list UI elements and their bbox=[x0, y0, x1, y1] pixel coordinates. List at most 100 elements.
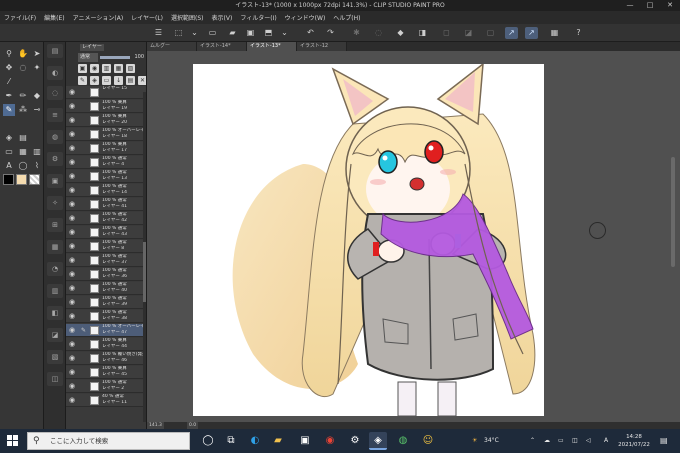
hamburger-icon[interactable]: ☰ bbox=[152, 27, 165, 39]
layer-row[interactable]: ◉ 100 % 乗算 レイヤー 19 bbox=[66, 100, 146, 113]
menu-view[interactable]: 表示(V) bbox=[212, 13, 233, 22]
eye-icon[interactable]: ◉ bbox=[67, 340, 77, 349]
menu-animation[interactable]: アニメーション(A) bbox=[73, 13, 124, 22]
sub-tool-icon[interactable]: ◧ bbox=[47, 306, 63, 320]
edge-icon[interactable]: ◐ bbox=[246, 432, 264, 450]
layer-row[interactable]: ◉ 100 % 乗算 レイヤー 17 bbox=[66, 142, 146, 155]
cursor-icon[interactable]: ➤ bbox=[31, 48, 43, 60]
brush-icon[interactable]: ✎ bbox=[3, 104, 15, 116]
eye-icon[interactable]: ◉ bbox=[67, 200, 77, 209]
taskbar-search[interactable]: ⚲ ここに入力して検索 bbox=[27, 432, 190, 450]
clip-icon[interactable]: ▣ bbox=[78, 64, 87, 73]
layer-row[interactable]: ◉ 100 % 通常 レイヤー 14 bbox=[66, 184, 146, 197]
chevron-down-icon[interactable]: ⌄ bbox=[278, 27, 291, 39]
volume-icon[interactable]: ◁ bbox=[586, 429, 591, 453]
sub-tool-icon[interactable]: ⊞ bbox=[47, 218, 63, 232]
eye-icon[interactable]: ◉ bbox=[67, 158, 77, 167]
clip-studio-icon[interactable]: ◈ bbox=[369, 432, 387, 450]
sub-tool-icon[interactable]: ◪ bbox=[47, 328, 63, 342]
frame-icon[interactable]: ▦ bbox=[17, 146, 29, 158]
sub-tool-icon[interactable]: ◔ bbox=[47, 262, 63, 276]
lock-alpha-icon[interactable]: ▦ bbox=[114, 64, 123, 73]
layer-scrollbar[interactable] bbox=[143, 92, 146, 422]
tab-document[interactable]: イラスト-14* bbox=[197, 42, 247, 51]
app-icon[interactable]: ◍ bbox=[394, 432, 412, 450]
layer-row[interactable]: ◉ 100 % オーバーレイ レイヤー 18 bbox=[66, 128, 146, 141]
airbrush-icon[interactable]: ⁂ bbox=[17, 104, 29, 116]
eye-icon[interactable]: ◉ bbox=[67, 326, 77, 335]
layer-row[interactable]: ◉ 100 % 通常 レイヤー 42 bbox=[66, 212, 146, 225]
open-icon[interactable]: ▭ bbox=[206, 27, 219, 39]
ime-indicator[interactable]: A bbox=[604, 429, 608, 453]
menu-filter[interactable]: フィルター(I) bbox=[240, 13, 276, 22]
zoom-icon[interactable]: ⚲ bbox=[3, 48, 15, 60]
canvas-area[interactable]: ムルグー イラスト-14* イラスト-13* イラスト-12 141.3 0.0 bbox=[147, 42, 680, 429]
text-icon[interactable]: A bbox=[3, 160, 15, 172]
chrome-icon[interactable]: ◉ bbox=[321, 432, 339, 450]
layer-row[interactable]: ◉ 100 % 通常 レイヤー 40 bbox=[66, 282, 146, 295]
grid-icon[interactable]: ▦ bbox=[548, 27, 561, 39]
folder-icon[interactable]: ▰ bbox=[226, 27, 239, 39]
sub-tool-icon[interactable]: ▧ bbox=[47, 350, 63, 364]
pencil-icon[interactable]: ✏ bbox=[17, 90, 29, 102]
sub-tool-icon[interactable]: ◐ bbox=[47, 66, 63, 80]
eye-icon[interactable]: ◉ bbox=[67, 256, 77, 265]
close-button[interactable]: ✕ bbox=[660, 0, 680, 11]
sub-tool-icon[interactable]: ◌ bbox=[47, 86, 63, 100]
eye-icon[interactable]: ◉ bbox=[67, 102, 77, 111]
layer-row[interactable]: ◉ 100 % 乗算 レイヤー 44 bbox=[66, 338, 146, 351]
menu-selection[interactable]: 選択範囲(S) bbox=[171, 13, 204, 22]
layer-row[interactable]: ◉ ✎ 100 % オーバーレイ レイヤー 47 bbox=[66, 324, 146, 337]
fill-bucket-icon[interactable]: ◈ bbox=[3, 132, 15, 144]
layer-row[interactable]: ◉ 100 % 通常 レイヤー 13 bbox=[66, 170, 146, 183]
eye-icon[interactable]: ◉ bbox=[67, 144, 77, 153]
clear-icon[interactable]: ✱ bbox=[350, 27, 363, 39]
eye-icon[interactable]: ◉ bbox=[67, 298, 77, 307]
angle-value[interactable]: 0.0 bbox=[187, 422, 199, 429]
correction-icon[interactable]: ⌇ bbox=[31, 160, 43, 172]
add-mask-icon[interactable]: ▤ bbox=[126, 76, 135, 85]
battery-icon[interactable]: ▭ bbox=[558, 429, 564, 453]
trash-icon[interactable]: ✕ bbox=[138, 76, 146, 85]
task-view-icon[interactable]: ⧉ bbox=[222, 432, 240, 450]
eye-icon[interactable]: ◉ bbox=[67, 242, 77, 251]
sub-tool-icon[interactable]: ⚙ bbox=[47, 152, 63, 166]
layer-row[interactable]: ◉ 100 % 通常 レイヤー 41 bbox=[66, 198, 146, 211]
transparent-color-swatch[interactable] bbox=[29, 174, 40, 185]
layer-row[interactable]: ◉ 100 % 通常 レイヤー 36 bbox=[66, 268, 146, 281]
eye-icon[interactable]: ◉ bbox=[67, 228, 77, 237]
canvas-scrollbar[interactable] bbox=[671, 157, 675, 267]
menu-layer[interactable]: レイヤー(L) bbox=[131, 13, 163, 22]
undo-icon[interactable]: ↶ bbox=[304, 27, 317, 39]
eye-icon[interactable]: ◉ bbox=[67, 130, 77, 139]
new-layer-icon[interactable]: ✎ bbox=[78, 76, 87, 85]
cortana-icon[interactable]: ◯ bbox=[199, 432, 217, 450]
layer-row[interactable]: ◉ 100 % 通常 レイヤー 2 bbox=[66, 380, 146, 393]
eye-icon[interactable]: ◉ bbox=[67, 368, 77, 377]
windows-start-icon[interactable] bbox=[7, 435, 19, 447]
eye-icon[interactable]: ◉ bbox=[67, 172, 77, 181]
app-icon[interactable]: ☺ bbox=[419, 432, 437, 450]
cloud-icon[interactable]: ☁ bbox=[544, 429, 550, 453]
eye-icon[interactable]: ◉ bbox=[67, 382, 77, 391]
sub-tool-icon[interactable]: ◫ bbox=[47, 372, 63, 386]
snap-to-special-ruler-icon[interactable]: ↗ bbox=[525, 27, 538, 39]
layer-row[interactable]: ◉ 100 % 通常 レイヤー 37 bbox=[66, 254, 146, 267]
network-icon[interactable]: ◫ bbox=[572, 429, 578, 453]
tab-document-active[interactable]: イラスト-13* bbox=[247, 42, 297, 51]
layer-row[interactable]: ◉ 100 % 覆い焼き(発光) レイヤー 46 bbox=[66, 352, 146, 365]
clear-outside-icon[interactable]: ◌ bbox=[372, 27, 385, 39]
fill-icon[interactable]: ◆ bbox=[394, 27, 407, 39]
eye-icon[interactable]: ◉ bbox=[67, 354, 77, 363]
balloon-icon[interactable]: ◯ bbox=[17, 160, 29, 172]
merge-icon[interactable]: ↓ bbox=[114, 76, 123, 85]
deselect-icon[interactable]: ◻ bbox=[440, 27, 453, 39]
eye-icon[interactable]: ◉ bbox=[67, 116, 77, 125]
sub-tool-icon[interactable]: ▦ bbox=[47, 240, 63, 254]
new-folder-icon[interactable]: ▭ bbox=[102, 76, 111, 85]
eye-icon[interactable]: ◉ bbox=[67, 214, 77, 223]
eyedropper-icon[interactable]: ⁄ bbox=[3, 76, 15, 88]
menu-help[interactable]: ヘルプ(H) bbox=[333, 13, 360, 22]
menu-edit[interactable]: 編集(E) bbox=[44, 13, 64, 22]
transform-icon[interactable]: ◨ bbox=[416, 27, 429, 39]
